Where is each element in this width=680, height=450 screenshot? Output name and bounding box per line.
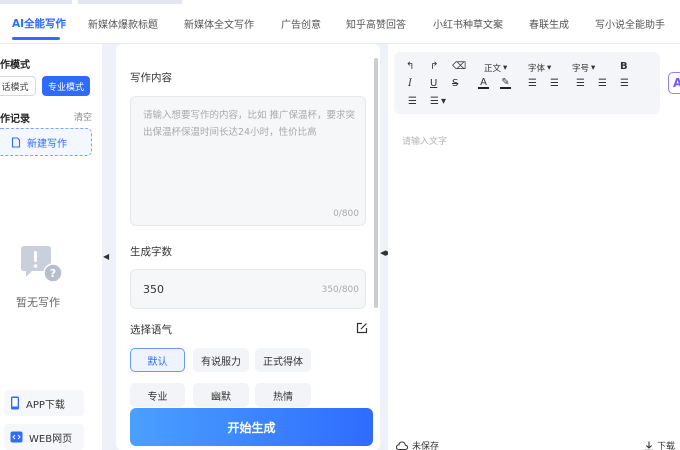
font-size-select-label: 字号 (572, 64, 590, 74)
tab-media-full[interactable]: 新媒体全文写作 (184, 16, 254, 31)
highlight-icon[interactable]: ✎ (500, 77, 511, 89)
edit-tone-icon[interactable] (356, 322, 368, 334)
phone-icon (11, 396, 19, 410)
align-center-icon[interactable]: ☰ (598, 78, 607, 89)
form-scrollbar[interactable] (374, 58, 378, 308)
line-height-select[interactable]: ☰ ▾ (430, 96, 446, 107)
clear-records-link[interactable]: 清空 (74, 110, 92, 123)
content-label: 写作内容 (130, 72, 172, 84)
chevron-down-icon: ▾ (547, 63, 552, 73)
writing-form-panel: 写作内容 请输入想要写作的内容，比如 推广保温杯，要求突出保温杯保温时间长达24… (116, 44, 380, 450)
tone-professional-button[interactable]: 专业 (130, 383, 185, 407)
italic-icon[interactable]: I (408, 78, 412, 89)
rich-text-editor: ↰ ↱ ⌫ 正文 ▾ 字体 ▾ 字号 ▾ B I U S A ✎ ☰ ☰ ☰ ☰ ☰ … (388, 44, 680, 450)
font-select-label: 字体 (528, 64, 546, 74)
chevron-down-icon: ▾ (440, 96, 446, 107)
web-page-label: WEB网页 (29, 433, 73, 445)
save-status: 未保存 (396, 439, 439, 450)
paragraph-select-label: 正文 (484, 64, 502, 74)
ai-assistant-badge[interactable]: A (668, 72, 680, 94)
tab-novel[interactable]: 写小说全能助手 (595, 16, 665, 31)
redo-icon[interactable]: ↱ (430, 61, 438, 72)
word-count-value: 350 (143, 283, 164, 296)
font-color-icon[interactable]: A (478, 77, 489, 89)
left-sidebar: 作模式 话模式 专业模式 作记录 清空 新建写作 ? 暂无写作 APP下载 WE… (0, 44, 102, 450)
bold-icon[interactable]: B (620, 61, 628, 72)
empty-records-text: 暂无写作 (16, 296, 60, 309)
align-justify-icon[interactable]: ☰ (408, 96, 417, 107)
tone-enthusiastic-button[interactable]: 热情 (255, 383, 311, 407)
download-button[interactable]: 下载 (644, 439, 675, 450)
align-right-icon[interactable]: ☰ (620, 78, 629, 89)
chevron-down-icon: ▾ (503, 63, 508, 73)
editor-placeholder[interactable]: 请输入文字 (402, 134, 447, 147)
undo-icon[interactable]: ↰ (406, 61, 414, 72)
word-count-counter: 350/800 (321, 285, 359, 295)
unordered-list-icon[interactable]: ☰ (550, 78, 559, 89)
app-download-link[interactable]: APP下载 (4, 390, 84, 416)
tab-ai-writing[interactable]: AI全能写作 (12, 16, 66, 31)
tone-default-button[interactable]: 默认 (130, 348, 185, 372)
top-tab-bar: AI全能写作 新媒体爆款标题 新媒体全文写作 广告创意 知乎高赞回答 小红书种草… (0, 0, 680, 44)
tab-media-title[interactable]: 新媒体爆款标题 (88, 16, 158, 31)
ordered-list-icon[interactable]: ☰ (528, 78, 537, 89)
mode-title: 作模式 (0, 60, 30, 71)
tone-label: 选择语气 (130, 324, 172, 336)
tab-zhihu[interactable]: 知乎高赞回答 (346, 16, 406, 31)
active-tab-indicator (12, 37, 60, 40)
underline-icon[interactable]: U (430, 78, 437, 89)
new-write-label: 新建写作 (27, 138, 67, 150)
word-count-input[interactable]: 350 350/800 (130, 269, 366, 309)
tab-couplets[interactable]: 春联生成 (529, 16, 569, 31)
content-textarea[interactable]: 请输入想要写作的内容，比如 推广保温杯，要求突出保温杯保温时间长达24小时，性价… (130, 96, 366, 226)
tone-persuasive-button[interactable]: 有说服力 (193, 348, 249, 372)
save-status-label: 未保存 (412, 442, 440, 450)
web-page-link[interactable]: WEB网页 (4, 424, 84, 450)
svg-text:?: ? (50, 267, 56, 280)
new-document-icon (11, 136, 21, 148)
chevron-down-icon: ▾ (591, 63, 596, 73)
code-window-icon (10, 431, 23, 443)
paragraph-select[interactable]: 正文 ▾ (484, 62, 507, 74)
pro-mode-button[interactable]: 专业模式 (42, 76, 90, 96)
tab-ad-creative[interactable]: 广告创意 (281, 16, 321, 31)
collapse-left-arrow-icon[interactable]: ◀ (103, 252, 109, 261)
cloud-icon (396, 441, 408, 450)
tone-formal-button[interactable]: 正式得体 (255, 348, 311, 372)
content-placeholder: 请输入想要写作的内容，比如 推广保温杯，要求突出保温杯保温时间长达24小时，性价… (143, 110, 356, 138)
new-write-button[interactable]: 新建写作 (0, 128, 92, 156)
download-label: 下载 (657, 442, 676, 450)
download-icon (644, 441, 654, 450)
tab-xiaohongshu[interactable]: 小红书种草文案 (433, 16, 503, 31)
empty-records-icon: ? (21, 246, 63, 283)
content-counter: 0/800 (333, 209, 359, 219)
app-download-label: APP下载 (26, 399, 65, 411)
start-generate-button[interactable]: 开始生成 (130, 408, 373, 446)
font-select[interactable]: 字体 ▾ (528, 62, 551, 74)
count-label: 生成字数 (130, 246, 172, 258)
editor-toolbar: ↰ ↱ ⌫ 正文 ▾ 字体 ▾ 字号 ▾ B I U S A ✎ ☰ ☰ ☰ ☰ ☰ … (394, 52, 660, 114)
record-title: 作记录 (0, 114, 30, 125)
strikethrough-icon[interactable]: S (452, 78, 458, 89)
top-separator (78, 0, 182, 4)
align-left-icon[interactable]: ☰ (576, 78, 585, 89)
tone-humor-button[interactable]: 幽默 (193, 383, 249, 407)
line-height-icon: ☰ (430, 96, 439, 107)
dialog-mode-button[interactable]: 话模式 (0, 76, 36, 96)
top-separator (0, 0, 72, 4)
font-size-select[interactable]: 字号 ▾ (572, 62, 595, 74)
eraser-icon[interactable]: ⌫ (452, 61, 466, 72)
